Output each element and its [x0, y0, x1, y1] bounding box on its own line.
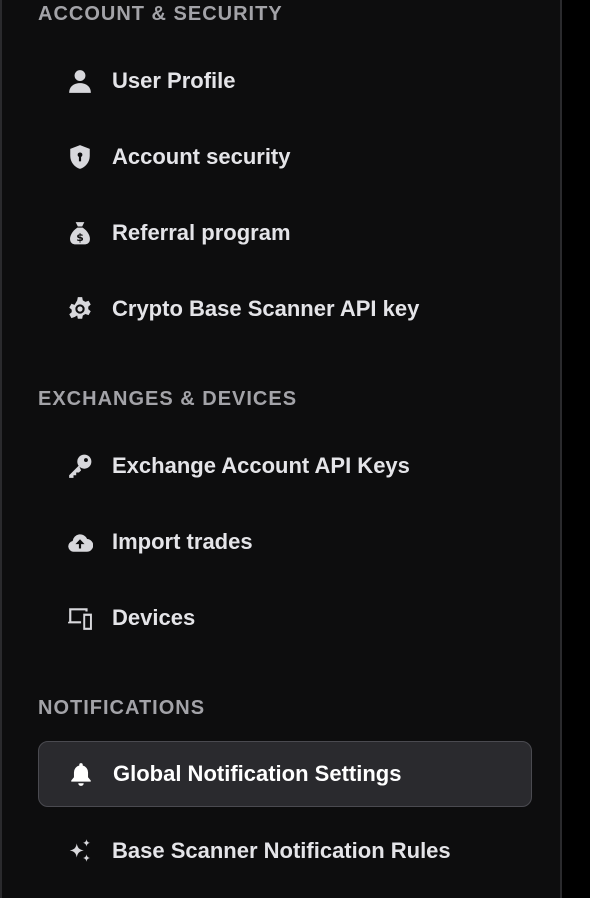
sidebar-item-import-trades[interactable]: Import trades: [38, 509, 532, 575]
money-bag-icon: $: [66, 219, 94, 247]
svg-text:$: $: [76, 231, 84, 244]
gear-icon: [66, 295, 94, 323]
sparkles-icon: [66, 837, 94, 865]
sidebar-item-user-profile[interactable]: User Profile: [38, 48, 532, 114]
user-icon: [66, 67, 94, 95]
sidebar-item-base-scanner-notification-rules[interactable]: Base Scanner Notification Rules: [38, 818, 532, 884]
section-header-account-security: ACCOUNT & SECURITY: [38, 3, 283, 25]
sidebar-item-api-key[interactable]: Crypto Base Scanner API key: [38, 276, 532, 342]
bell-icon: [67, 760, 95, 788]
sidebar-item-devices[interactable]: Devices: [38, 585, 532, 651]
sidebar-item-label: Referral program: [112, 220, 291, 245]
settings-sidebar: ACCOUNT & SECURITY User Profile Account …: [0, 0, 562, 898]
sidebar-item-label: Crypto Base Scanner API key: [112, 296, 420, 321]
sidebar-item-exchange-api-keys[interactable]: Exchange Account API Keys: [38, 433, 532, 499]
sidebar-item-label: Devices: [112, 605, 196, 630]
sidebar-item-label: Global Notification Settings: [113, 761, 402, 786]
section-header-notifications: NOTIFICATIONS: [38, 697, 206, 719]
sidebar-item-account-security[interactable]: Account security: [38, 124, 532, 190]
sidebar-item-referral-program[interactable]: $ Referral program: [38, 200, 532, 266]
sidebar-item-global-notification-settings[interactable]: Global Notification Settings: [38, 741, 532, 807]
sidebar-item-label: Import trades: [112, 529, 253, 554]
key-icon: [66, 452, 94, 480]
sidebar-item-label: Base Scanner Notification Rules: [112, 838, 451, 863]
sidebar-item-label: Account security: [112, 144, 291, 169]
shield-icon: [66, 143, 94, 171]
sidebar-item-label: User Profile: [112, 68, 236, 93]
sidebar-item-label: Exchange Account API Keys: [112, 453, 410, 478]
section-header-exchanges-devices: EXCHANGES & DEVICES: [38, 388, 298, 410]
cloud-upload-icon: [66, 528, 94, 556]
devices-icon: [66, 604, 94, 632]
